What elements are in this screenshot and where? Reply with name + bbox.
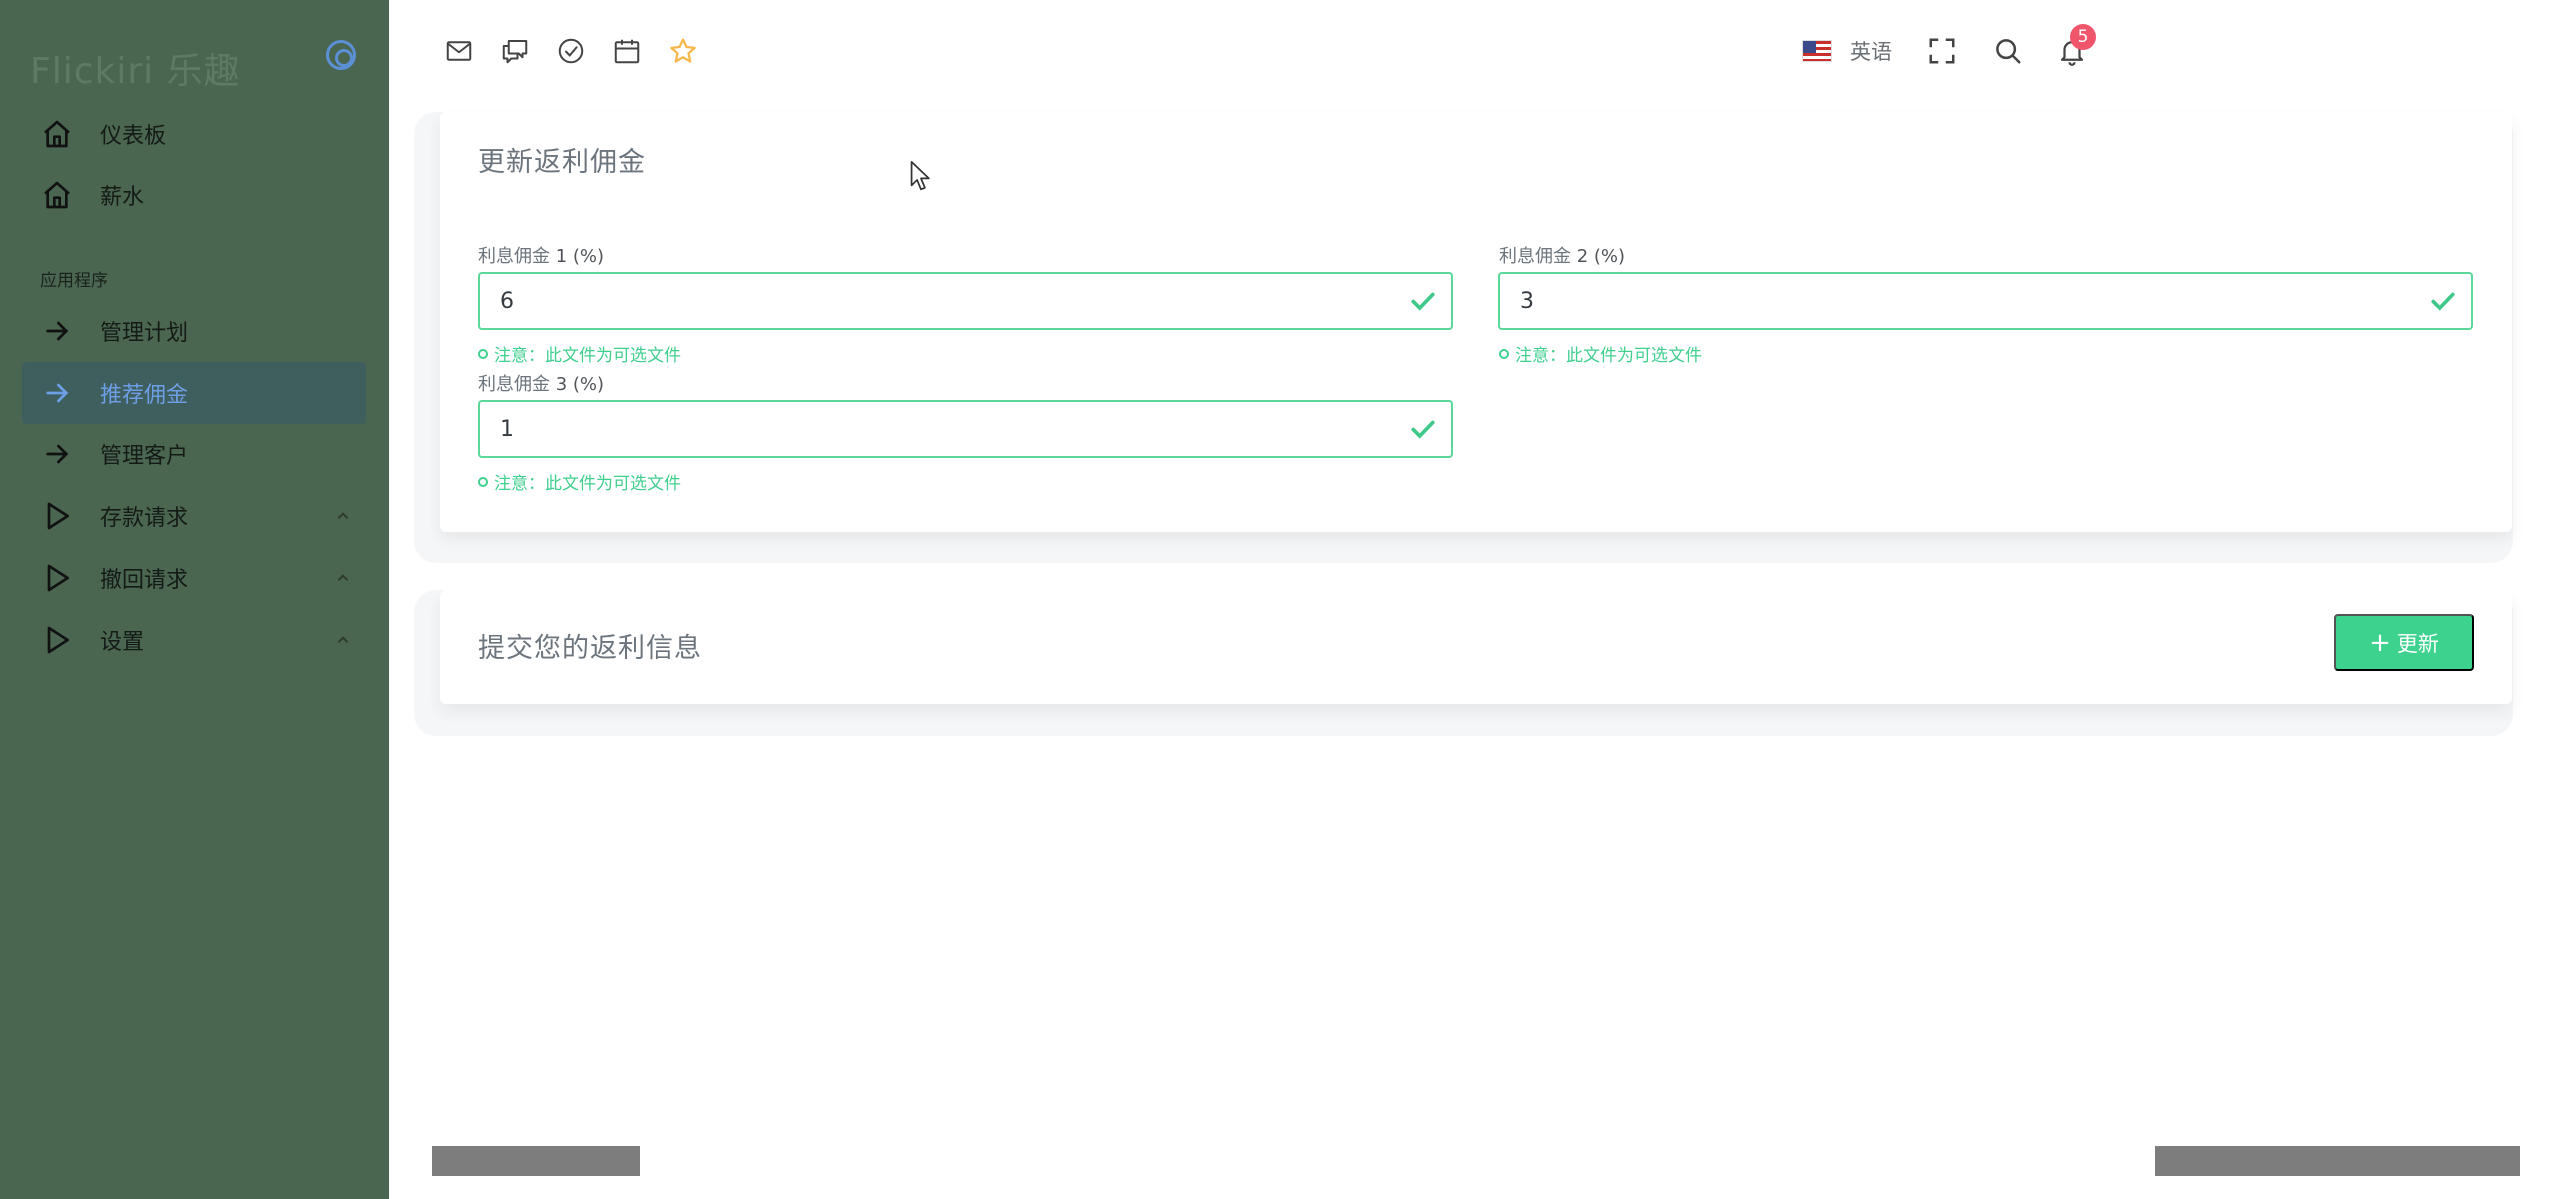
arrow-right-icon (40, 376, 74, 410)
home-icon (40, 117, 74, 151)
arrow-right-icon (40, 314, 74, 348)
submit-rebate-card: 提交您的返利信息 (440, 590, 2512, 704)
commission-2-input[interactable]: 3 (1498, 272, 2473, 330)
home-icon (40, 178, 74, 212)
arrow-right-icon (40, 437, 74, 471)
card-title: 更新返利佣金 (478, 147, 646, 178)
check-circle-icon[interactable] (554, 34, 588, 68)
sidebar-item-label: 薪水 (100, 185, 145, 210)
commission-3-note: 注意：此文件为可选文件 (478, 469, 681, 494)
commission-1-input[interactable]: 6 (478, 272, 1453, 330)
commission-3-value: 1 (500, 416, 514, 442)
info-dot-icon (478, 476, 488, 487)
commission-1-value: 6 (500, 288, 514, 314)
sidebar-item-label: 推荐佣金 (100, 383, 189, 408)
sidebar-item-manage-plans[interactable]: 管理计划 (22, 300, 366, 362)
card-title: 提交您的返利信息 (478, 633, 702, 664)
sidebar-section-label: 应用程序 (40, 271, 108, 291)
plus-icon: + (2369, 627, 2391, 658)
update-button-label: 更新 (2396, 631, 2439, 656)
notification-badge: 5 (2070, 24, 2096, 50)
commission-1-label: 利息佣金 1 (%) (478, 246, 605, 267)
mail-icon[interactable] (442, 34, 476, 68)
info-dot-icon (1499, 348, 1509, 359)
mouse-cursor-icon (910, 160, 930, 191)
sidebar: Flickiri 乐趣 仪表板 薪水 应用程序 管理计划 推荐佣金 管理客户 存… (0, 0, 389, 1199)
sidebar-toggle-icon[interactable] (326, 40, 356, 70)
sidebar-item-deposit-requests[interactable]: 存款请求 (22, 485, 366, 547)
chat-icon[interactable] (498, 34, 532, 68)
language-label: 英语 (1850, 40, 1892, 64)
sidebar-item-manage-clients[interactable]: 管理客户 (22, 423, 366, 485)
play-icon (40, 623, 74, 657)
brand-logo[interactable]: Flickiri 乐趣 (30, 42, 241, 94)
sidebar-item-dashboard[interactable]: 仪表板 (22, 103, 366, 165)
play-icon (40, 499, 74, 533)
sidebar-item-label: 存款请求 (100, 506, 189, 531)
commission-3-input[interactable]: 1 (478, 400, 1453, 458)
sidebar-item-withdraw-requests[interactable]: 撤回请求 (22, 547, 366, 609)
commission-3-label: 利息佣金 3 (%) (478, 374, 605, 395)
us-flag-icon (1802, 40, 1832, 62)
commission-2-value: 3 (1520, 288, 1534, 314)
check-icon (2431, 292, 2455, 311)
update-commission-card: 更新返利佣金 利息佣金 1 (%) 6 注意：此文件为可选文件 利息佣金 2 (… (440, 112, 2512, 532)
commission-2-note: 注意：此文件为可选文件 (1499, 341, 1702, 366)
check-icon (1411, 420, 1435, 439)
chevron-up-icon[interactable] (336, 509, 350, 523)
language-selector[interactable]: 英语 (1802, 36, 1892, 66)
footer-links-redacted (2155, 1146, 2520, 1176)
commission-1-note: 注意：此文件为可选文件 (478, 341, 681, 366)
check-icon (1411, 292, 1435, 311)
sidebar-item-label: 管理计划 (100, 321, 189, 346)
commission-2-label: 利息佣金 2 (%) (1499, 246, 1626, 267)
sidebar-item-label: 撤回请求 (100, 568, 189, 593)
chevron-up-icon[interactable] (336, 571, 350, 585)
sidebar-item-label: 设置 (100, 630, 145, 655)
fullscreen-icon[interactable] (1925, 34, 1959, 68)
footer-text-redacted (432, 1146, 640, 1176)
play-icon (40, 561, 74, 595)
sidebar-item-salary[interactable]: 薪水 (22, 164, 366, 226)
update-button[interactable]: + 更新 (2334, 614, 2474, 671)
sidebar-item-label: 仪表板 (100, 124, 167, 149)
chevron-up-icon[interactable] (336, 633, 350, 647)
calendar-icon[interactable] (610, 34, 644, 68)
sidebar-item-settings[interactable]: 设置 (22, 609, 366, 671)
sidebar-item-referral-commission[interactable]: 推荐佣金 (22, 362, 366, 424)
search-icon[interactable] (1991, 34, 2025, 68)
star-icon[interactable] (666, 34, 700, 68)
sidebar-item-label: 管理客户 (100, 444, 189, 469)
app-window: Flickiri 乐趣 仪表板 薪水 应用程序 管理计划 推荐佣金 管理客户 存… (0, 0, 2560, 1199)
info-dot-icon (478, 348, 488, 359)
